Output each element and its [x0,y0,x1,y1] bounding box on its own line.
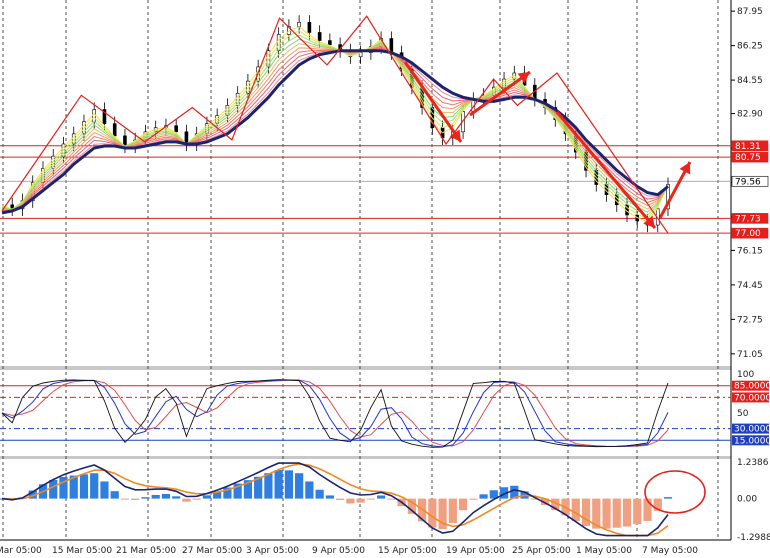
macd-histogram-bar [336,498,345,501]
macd-histogram-bar [131,498,140,500]
y-tick-label: 86.25 [737,42,763,52]
x-tick-label: 9 Apr 05:00 [312,546,365,556]
stoch-y-tick-label: 50 [737,409,749,419]
candle-body [92,109,97,122]
macd-histogram-bar [305,481,314,499]
macd-histogram-bar [49,479,58,499]
macd-histogram-bar [458,498,468,511]
candle-body [307,22,312,33]
x-tick-label: 21 Mar 05:00 [116,546,176,556]
macd-histogram-bar [479,494,488,499]
macd-histogram-bar [172,496,181,499]
macd-histogram-bar [622,498,632,527]
price-level-label: 79.56 [735,177,761,187]
macd-histogram-bar [469,498,478,500]
candle-body [112,123,117,137]
x-tick-label: 3 Apr 05:00 [246,546,299,556]
x-tick-label: 19 Apr 05:00 [446,546,505,556]
candle-body [297,22,301,27]
stoch-level-label: 85.0000 [734,382,770,392]
macd-histogram-bar [192,498,201,500]
y-tick-label: 74.45 [737,281,763,291]
y-tick-label: 84.55 [737,76,763,86]
y-tick-label: 76.15 [737,246,763,256]
macd-y-tick-label: 0.00 [737,495,757,505]
macd-histogram-bar [602,498,611,529]
x-tick-label: 7 May 05:00 [642,546,698,556]
y-tick-label: 87.95 [737,7,763,17]
y-tick-label: 82.90 [737,110,763,120]
macd-histogram-bar [284,470,293,499]
stoch-level-label: 30.0000 [734,425,770,435]
stoch-level-label: 15.0000 [734,436,770,446]
macd-histogram-bar [202,495,212,499]
chart-window: 87.9586.2584.5582.9081.2079.5077.8076.15… [0,0,770,558]
macd-histogram-bar [141,497,150,499]
macd-histogram-bar [264,473,273,499]
macd-histogram-bar [571,498,580,521]
macd-histogram-bar [448,498,457,524]
candle-body [174,125,178,133]
macd-histogram-bar [325,495,334,499]
macd-histogram-bar [612,498,621,528]
macd-histogram-bar [346,498,355,504]
stoch-y-tick-label: 100 [737,370,754,380]
macd-histogram-bar [387,498,396,500]
candle-body [317,32,322,41]
macd-histogram-bar [120,498,130,500]
macd-histogram-bar [90,473,99,499]
macd-histogram-bar [295,473,304,499]
macd-histogram-bar [161,493,171,499]
macd-histogram-bar [366,498,375,500]
x-tick-label: 1 May 05:00 [576,546,632,556]
macd-histogram-bar [110,491,119,499]
macd-histogram-bar [633,498,642,525]
macd-y-tick-label: -1.2988 [737,533,770,543]
macd-y-tick-label: 1.2386 [737,458,769,468]
candle-body [123,135,127,147]
macd-histogram-bar [182,498,191,502]
macd-histogram-bar [79,474,89,499]
macd-histogram-bar [356,498,365,503]
panel-separator [0,456,731,459]
macd-histogram-bar [315,489,324,499]
macd-histogram-bar [151,494,160,499]
x-tick-label: 27 Mar 05:00 [182,546,242,556]
stoch-level-label: 70.0000 [734,393,770,403]
price-level-label: 77.00 [735,229,761,239]
x-tick-label: 25 Apr 05:00 [512,546,571,556]
y-tick-label: 72.75 [737,315,763,325]
x-tick-label: 15 Apr 05:00 [378,546,437,556]
candle-body [328,40,332,45]
macd-histogram-bar [100,481,109,499]
price-chart-svg: 87.9586.2584.5582.9081.2079.5077.8076.15… [0,0,770,558]
macd-histogram-bar [377,495,386,499]
price-level-label: 80.75 [735,153,761,163]
x-tick-label: 15 Mar 05:00 [52,546,112,556]
price-level-label: 81.31 [735,142,761,152]
x-tick-label: Mar 05:00 [0,546,42,556]
macd-histogram-bar [663,497,673,499]
macd-histogram-bar [428,498,437,528]
macd-histogram-bar [274,470,283,499]
panel-separator [0,366,731,370]
y-tick-label: 71.05 [737,350,763,360]
price-level-label: 77.73 [735,214,761,224]
